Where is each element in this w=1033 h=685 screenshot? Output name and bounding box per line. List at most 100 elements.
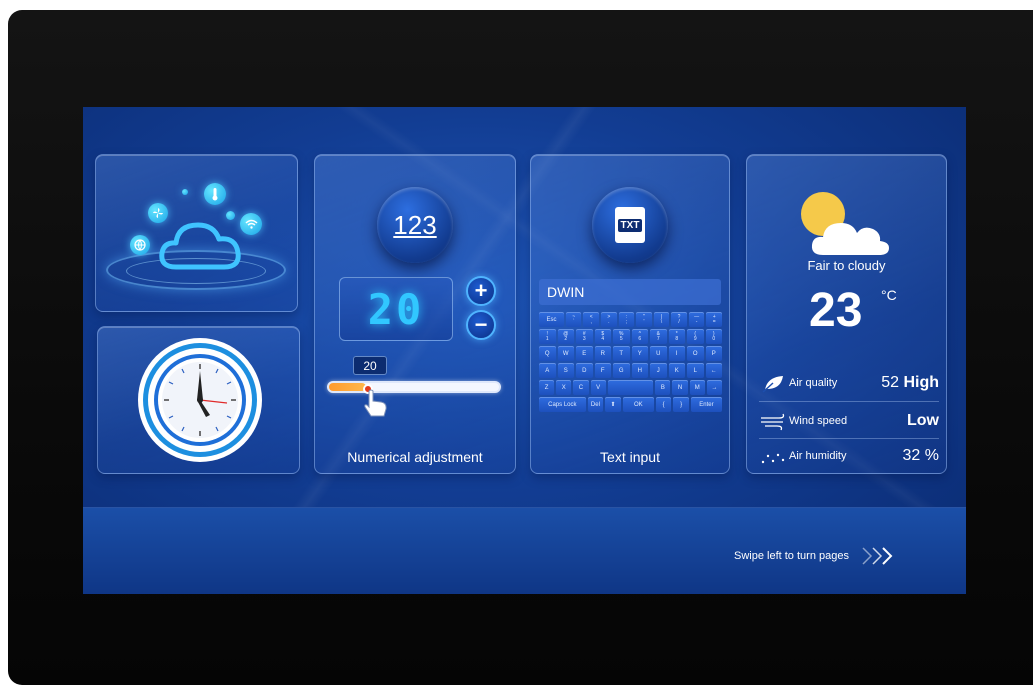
keyboard-key[interactable]: ^ 6 — [631, 329, 648, 344]
keyboard-key[interactable]: I — [668, 346, 685, 361]
keyboard-key[interactable]: E — [576, 346, 593, 361]
keyboard-key[interactable]: O — [687, 346, 704, 361]
key-char: 4 — [601, 335, 605, 342]
key-char: 2 — [564, 335, 568, 342]
key-char: 8 — [675, 335, 679, 342]
air-quality-number: 52 — [881, 374, 899, 391]
divider — [759, 401, 939, 402]
temperature-value: 23 — [809, 284, 863, 337]
numerical-adjustment-panel: 123 20 + − 20 Numerical adjustment — [314, 154, 516, 474]
increment-button[interactable]: + — [466, 276, 496, 306]
clock-panel[interactable] — [97, 326, 300, 474]
keyboard-key[interactable]: + = — [706, 312, 722, 327]
keyboard-key[interactable]: ⬆ — [605, 397, 621, 412]
keyboard-key[interactable]: → — [706, 380, 723, 395]
keyboard-row: Esc ~ ` <, >.:; " ' | \? / — - + = — [539, 312, 722, 327]
text-input-field[interactable]: DWIN — [539, 279, 721, 305]
keyboard-key[interactable]: M — [689, 380, 705, 395]
keyboard-key[interactable]: B — [655, 380, 671, 395]
humidity-row: Air humidity 32 % — [759, 443, 939, 469]
keyboard-key[interactable]: A — [539, 363, 556, 378]
keyboard-key[interactable]: N — [672, 380, 688, 395]
keyboard-key[interactable]: Del — [587, 397, 604, 412]
keyboard-key[interactable]: >. — [601, 312, 617, 327]
decrement-button[interactable]: − — [466, 310, 496, 340]
keyboard-key[interactable]: Enter — [690, 397, 723, 412]
small-dot — [182, 189, 188, 195]
keyboard-key[interactable]: S — [557, 363, 574, 378]
key-char: 5 — [619, 335, 623, 342]
keyboard-key[interactable]: ) 0 — [705, 329, 722, 344]
keyboard-key[interactable]: — - — [688, 312, 705, 327]
keyboard-key[interactable]: Esc — [539, 312, 564, 327]
keyboard-key[interactable]: K — [668, 363, 685, 378]
keyboard-key[interactable]: D — [576, 363, 593, 378]
keyboard-key[interactable]: % 5 — [613, 329, 630, 344]
keyboard-key[interactable]: C — [573, 380, 589, 395]
wind-speed-label: Wind speed — [789, 415, 848, 427]
keyboard-key[interactable]: Caps Lock — [539, 397, 586, 412]
keyboard-key[interactable]: :; — [618, 312, 635, 327]
keyboard-key[interactable]: G — [613, 363, 630, 378]
keyboard-key[interactable]: ~ ` — [565, 312, 582, 327]
txt-file-label: TXT — [617, 218, 643, 232]
wind-icon — [761, 413, 785, 431]
swipe-hint[interactable]: Swipe left to turn pages — [734, 545, 899, 567]
keyboard-key[interactable]: ? / — [671, 312, 687, 327]
keyboard-key[interactable]: V — [590, 380, 606, 395]
keyboard-key[interactable]: $4 — [594, 329, 611, 344]
humidity-dots-icon — [761, 453, 785, 464]
cloud-iot-panel[interactable] — [95, 154, 298, 312]
keyboard-row: A S D F G H J K L ← — [539, 363, 722, 378]
keyboard-key[interactable]: OK — [622, 397, 654, 412]
keyboard-key[interactable]: W — [557, 346, 574, 361]
swipe-text: Swipe left to turn pages — [734, 550, 849, 562]
keyboard-key[interactable]: { — [655, 397, 672, 412]
keyboard-key[interactable]: } — [673, 397, 689, 412]
keyboard-key[interactable]: #3 — [576, 329, 593, 344]
number-display: 20 — [339, 277, 453, 341]
keyboard-key[interactable]: T — [613, 346, 630, 361]
numeric-badge[interactable]: 123 — [377, 187, 453, 263]
keyboard-key[interactable]: Z — [539, 380, 555, 395]
device-screen: 123 20 + − 20 Numerical adjustment TXT D… — [83, 107, 966, 594]
keyboard-key[interactable]: Y — [631, 346, 648, 361]
key-char: = — [712, 318, 716, 325]
keyboard-key[interactable]: X — [556, 380, 572, 395]
keyboard-key[interactable]: P — [705, 346, 722, 361]
keyboard-row: Caps Lock Del ⬆ OK{} Enter — [539, 397, 723, 412]
on-screen-keyboard: Esc ~ ` <, >.:; " ' | \? / — - + = ! 1 @2 #3 $4% 5 ^ 6 & 7 * 8(9)… — [539, 312, 723, 414]
keyboard-key[interactable]: " ' — [636, 312, 652, 327]
keyboard-key[interactable]: @2 — [557, 329, 574, 344]
key-char: 6 — [638, 335, 642, 342]
keyboard-row: ! 1 @2 #3 $4% 5 ^ 6 & 7 * 8(9) 0 — [539, 329, 722, 344]
keyboard-key[interactable]: (9 — [687, 329, 704, 344]
keyboard-key[interactable]: * 8 — [668, 329, 685, 344]
space-key[interactable] — [607, 380, 654, 395]
air-quality-value: 52 High — [881, 374, 939, 392]
humidity-label: Air humidity — [789, 450, 847, 462]
value-slider[interactable] — [327, 381, 501, 393]
keyboard-key[interactable]: H — [631, 363, 648, 378]
double-chevron-right-icon — [862, 547, 893, 565]
keyboard-key[interactable]: F — [594, 363, 611, 378]
keyboard-key[interactable]: R — [594, 346, 611, 361]
keyboard-key[interactable]: J — [650, 363, 667, 378]
keyboard-key[interactable]: & 7 — [650, 329, 667, 344]
numeric-panel-caption: Numerical adjustment — [347, 449, 483, 465]
keyboard-key[interactable]: L — [687, 363, 704, 378]
key-char: 1 — [545, 335, 549, 342]
text-badge[interactable]: TXT — [592, 187, 668, 263]
keyboard-key[interactable]: | \ — [653, 312, 670, 327]
keyboard-key[interactable]: Q — [539, 346, 556, 361]
keyboard-key[interactable]: U — [650, 346, 667, 361]
keyboard-key[interactable]: ← — [705, 363, 722, 378]
keyboard-row: Z X C V B N M → — [539, 380, 723, 395]
key-char: , — [590, 318, 592, 325]
thermometer-icon — [204, 183, 226, 205]
keyboard-key[interactable]: <, — [583, 312, 600, 327]
key-char: . — [608, 318, 610, 325]
pointer-hand-icon — [364, 389, 387, 417]
keyboard-key[interactable]: ! 1 — [539, 329, 556, 344]
weather-panel[interactable]: Fair to cloudy 23 °C Air quality 52 High… — [746, 154, 947, 474]
